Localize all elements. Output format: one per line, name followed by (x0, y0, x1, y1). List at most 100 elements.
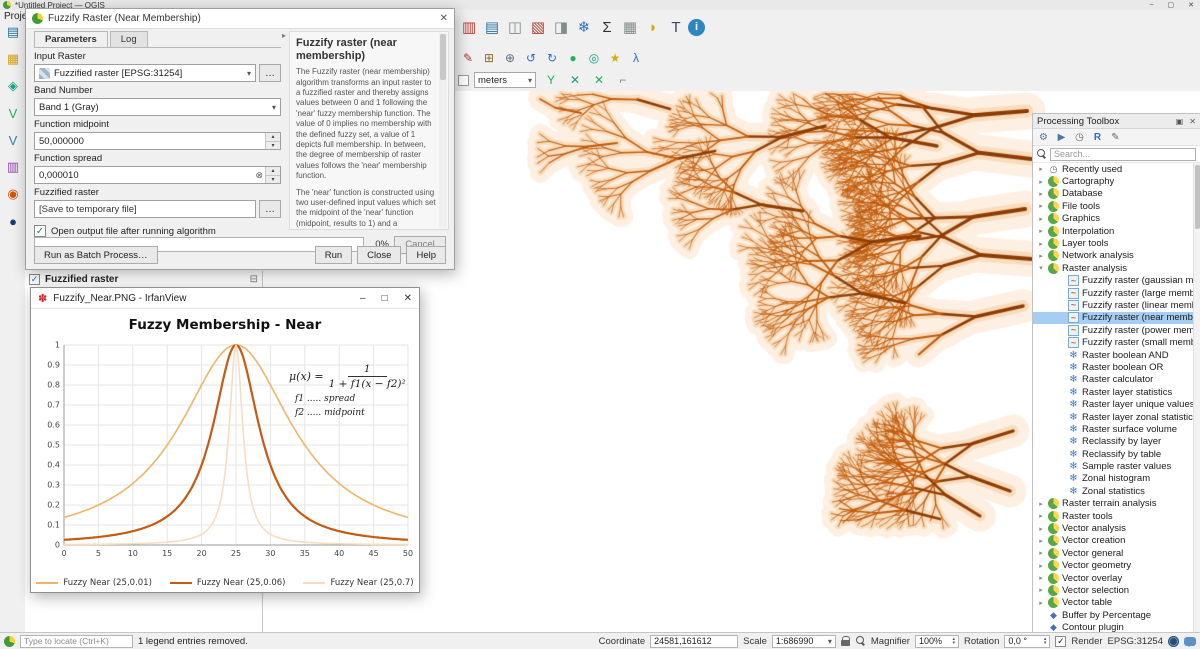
layout-manager-icon[interactable]: ◨ (550, 15, 572, 39)
scale-select[interactable]: 1:686990 ▾ (772, 635, 836, 648)
toolbox-item-sample-raster-values[interactable]: ❄Sample raster values (1033, 460, 1193, 472)
toolbox-item-contour-plugin[interactable]: ◆Contour plugin (1033, 621, 1193, 632)
scrollbar-thumb[interactable] (440, 34, 446, 80)
toolbox-options-icon[interactable]: ⚙ (1037, 131, 1050, 144)
toolbox-item-vector-analysis[interactable]: ▸Vector analysis (1033, 522, 1193, 534)
run-as-batch-button[interactable]: Run as Batch Process… (34, 246, 158, 264)
collapse-layer-icon[interactable]: ⊟ (250, 274, 258, 285)
chevron-collapsed-icon[interactable]: ▸ (1037, 178, 1045, 186)
crs-value[interactable]: EPSG:31254 (1108, 636, 1163, 647)
chevron-collapsed-icon[interactable]: ▸ (1037, 549, 1045, 557)
units-select[interactable]: meters ▾ (474, 72, 536, 88)
toolbox-item-vector-selection[interactable]: ▸Vector selection (1033, 584, 1193, 596)
toolbox-item-fuzzify-raster-power-membership[interactable]: ~Fuzzify raster (power membership) (1033, 324, 1193, 336)
style-paint-icon[interactable]: ✎ (458, 48, 478, 67)
chevron-collapsed-icon[interactable]: ▸ (1037, 227, 1045, 235)
maximize-button[interactable]: ▢ (1168, 1, 1175, 9)
chevron-collapsed-icon[interactable]: ▸ (1037, 252, 1045, 260)
toolbox-item-vector-table[interactable]: ▸Vector table (1033, 597, 1193, 609)
toolbox-item-raster-boolean-and[interactable]: ❄Raster boolean AND (1033, 349, 1193, 361)
undo-icon[interactable]: ↺ (521, 48, 541, 67)
chevron-collapsed-icon[interactable]: ▸ (1037, 202, 1045, 210)
chevron-collapsed-icon[interactable]: ▸ (1037, 586, 1045, 594)
toolbox-item-fuzzify-raster-small-membership[interactable]: ~Fuzzify raster (small membership) (1033, 336, 1193, 348)
chevron-collapsed-icon[interactable]: ▸ (1037, 215, 1045, 223)
chevron-expanded-icon[interactable]: ▾ (1037, 264, 1045, 272)
toolbox-item-reclassify-by-layer[interactable]: ❄Reclassify by layer (1033, 436, 1193, 448)
spin-down-icon[interactable]: ▾ (1044, 641, 1047, 645)
input-raster-select[interactable]: Fuzzified raster [EPSG:31254] ▾ (34, 64, 256, 82)
tab-log[interactable]: Log (110, 31, 148, 47)
toolbox-item-raster-analysis[interactable]: ▾Raster analysis (1033, 262, 1193, 274)
r-scripts-icon[interactable]: R (1091, 131, 1104, 144)
spin-down-icon[interactable]: ▾ (266, 176, 280, 184)
spin-down-icon[interactable]: ▾ (952, 641, 955, 645)
processing-toolbox-icon[interactable]: ❄ (573, 15, 595, 39)
deselect-all-icon[interactable]: ◎ (584, 48, 604, 67)
open-project-icon[interactable]: ▥ (458, 15, 480, 39)
render-checkbox[interactable]: ✓ (1055, 636, 1066, 647)
irfanview-titlebar[interactable]: ✽ Fuzzify_Near.PNG - IrfanView – □ ✕ (31, 288, 419, 309)
browse-output-button[interactable]: … (259, 200, 281, 218)
layer-row[interactable]: ✓ Fuzzified raster ⊟ (25, 271, 262, 287)
toolbox-item-graphics[interactable]: ▸Graphics (1033, 213, 1193, 225)
toolbox-item-raster-layer-unique-values-report[interactable]: ❄Raster layer unique values report (1033, 398, 1193, 410)
toolbox-item-zonal-histogram[interactable]: ❄Zonal histogram (1033, 473, 1193, 485)
collapse-help-icon[interactable]: ▸ (282, 31, 286, 40)
toolbox-item-fuzzify-raster-near-membership[interactable]: ~Fuzzify raster (near membership) (1033, 312, 1193, 324)
add-wms-layer-icon[interactable]: ◉ (3, 184, 23, 204)
chevron-collapsed-icon[interactable]: ▸ (1037, 599, 1045, 607)
toolbox-item-fuzzify-raster-linear-membership[interactable]: ~Fuzzify raster (linear membership) (1033, 299, 1193, 311)
trace-icon[interactable]: ⌐ (613, 71, 633, 90)
attribute-table-icon[interactable]: ▦ (619, 15, 641, 39)
chevron-collapsed-icon[interactable]: ▸ (1037, 500, 1045, 508)
edit-in-place-icon[interactable]: ▶ (1055, 131, 1068, 144)
toolbox-item-recently-used[interactable]: ▸◷Recently used (1033, 163, 1193, 175)
toolbox-item-raster-layer-zonal-statistics[interactable]: ❄Raster layer zonal statistics (1033, 411, 1193, 423)
help-button[interactable]: Help (406, 246, 446, 264)
toolbox-item-raster-layer-statistics[interactable]: ❄Raster layer statistics (1033, 386, 1193, 398)
chevron-collapsed-icon[interactable]: ▸ (1037, 190, 1045, 198)
help-scrollbar[interactable] (439, 33, 447, 228)
dialog-close-button[interactable]: ✕ (440, 13, 448, 24)
close-panel-icon[interactable]: ✕ (1189, 117, 1196, 126)
coordinate-value[interactable]: 24581,161612 (650, 635, 738, 648)
messages-icon[interactable] (1184, 637, 1196, 646)
history-icon[interactable]: ◷ (1073, 131, 1086, 144)
close-button[interactable]: ✕ (1188, 1, 1194, 9)
toolbox-item-file-tools[interactable]: ▸File tools (1033, 200, 1193, 212)
float-panel-icon[interactable]: ▣ (1176, 117, 1184, 126)
toolbox-item-layer-tools[interactable]: ▸Layer tools (1033, 237, 1193, 249)
toolbox-item-database[interactable]: ▸Database (1033, 188, 1193, 200)
chevron-collapsed-icon[interactable]: ▸ (1037, 562, 1045, 570)
new-bookmark-icon[interactable]: ★ (605, 48, 625, 67)
search-input[interactable] (1050, 148, 1196, 161)
field-calculator-icon[interactable]: λ (626, 48, 646, 67)
spread-spinbox[interactable]: 0,000010 ⊗ ▴▾ (34, 166, 281, 184)
band-select[interactable]: Band 1 (Gray) ▾ (34, 98, 281, 116)
add-layer-icon[interactable]: ◫ (504, 15, 526, 39)
add-wcs-layer-icon[interactable]: ● (3, 211, 23, 231)
text-annotation-icon[interactable]: T (665, 15, 687, 39)
close-button[interactable]: Close (357, 246, 401, 264)
toolbox-item-interpolation[interactable]: ▸Interpolation (1033, 225, 1193, 237)
chevron-collapsed-icon[interactable]: ▸ (1037, 525, 1045, 533)
toolbox-item-fuzzify-raster-gaussian-membership[interactable]: ~Fuzzify raster (gaussian membership) (1033, 275, 1193, 287)
toolbox-item-vector-overlay[interactable]: ▸Vector overlay (1033, 572, 1193, 584)
minimize-button[interactable]: – (1150, 1, 1154, 9)
clear-value-icon[interactable]: ⊗ (255, 170, 263, 181)
dialog-titlebar[interactable]: Fuzzify Raster (Near Membership) ✕ (26, 9, 454, 29)
toolbox-item-zonal-statistics[interactable]: ❄Zonal statistics (1033, 485, 1193, 497)
delete-part-icon[interactable]: ✕ (589, 71, 609, 90)
tab-parameters[interactable]: Parameters (34, 31, 108, 47)
chevron-collapsed-icon[interactable]: ▸ (1037, 165, 1045, 173)
measure-icon[interactable]: Y (541, 71, 561, 90)
toolbox-item-raster-surface-volume[interactable]: ❄Raster surface volume (1033, 423, 1193, 435)
layers-icon[interactable]: ▤ (481, 15, 503, 39)
scrollbar-thumb[interactable] (1195, 165, 1200, 229)
toolbox-item-vector-geometry[interactable]: ▸Vector geometry (1033, 560, 1193, 572)
toolbox-item-raster-tools[interactable]: ▸Raster tools (1033, 510, 1193, 522)
data-source-manager-icon[interactable]: ▦ (3, 49, 23, 69)
toolbox-item-raster-calculator[interactable]: ❄Raster calculator (1033, 374, 1193, 386)
spin-up-icon[interactable]: ▴ (266, 167, 280, 176)
